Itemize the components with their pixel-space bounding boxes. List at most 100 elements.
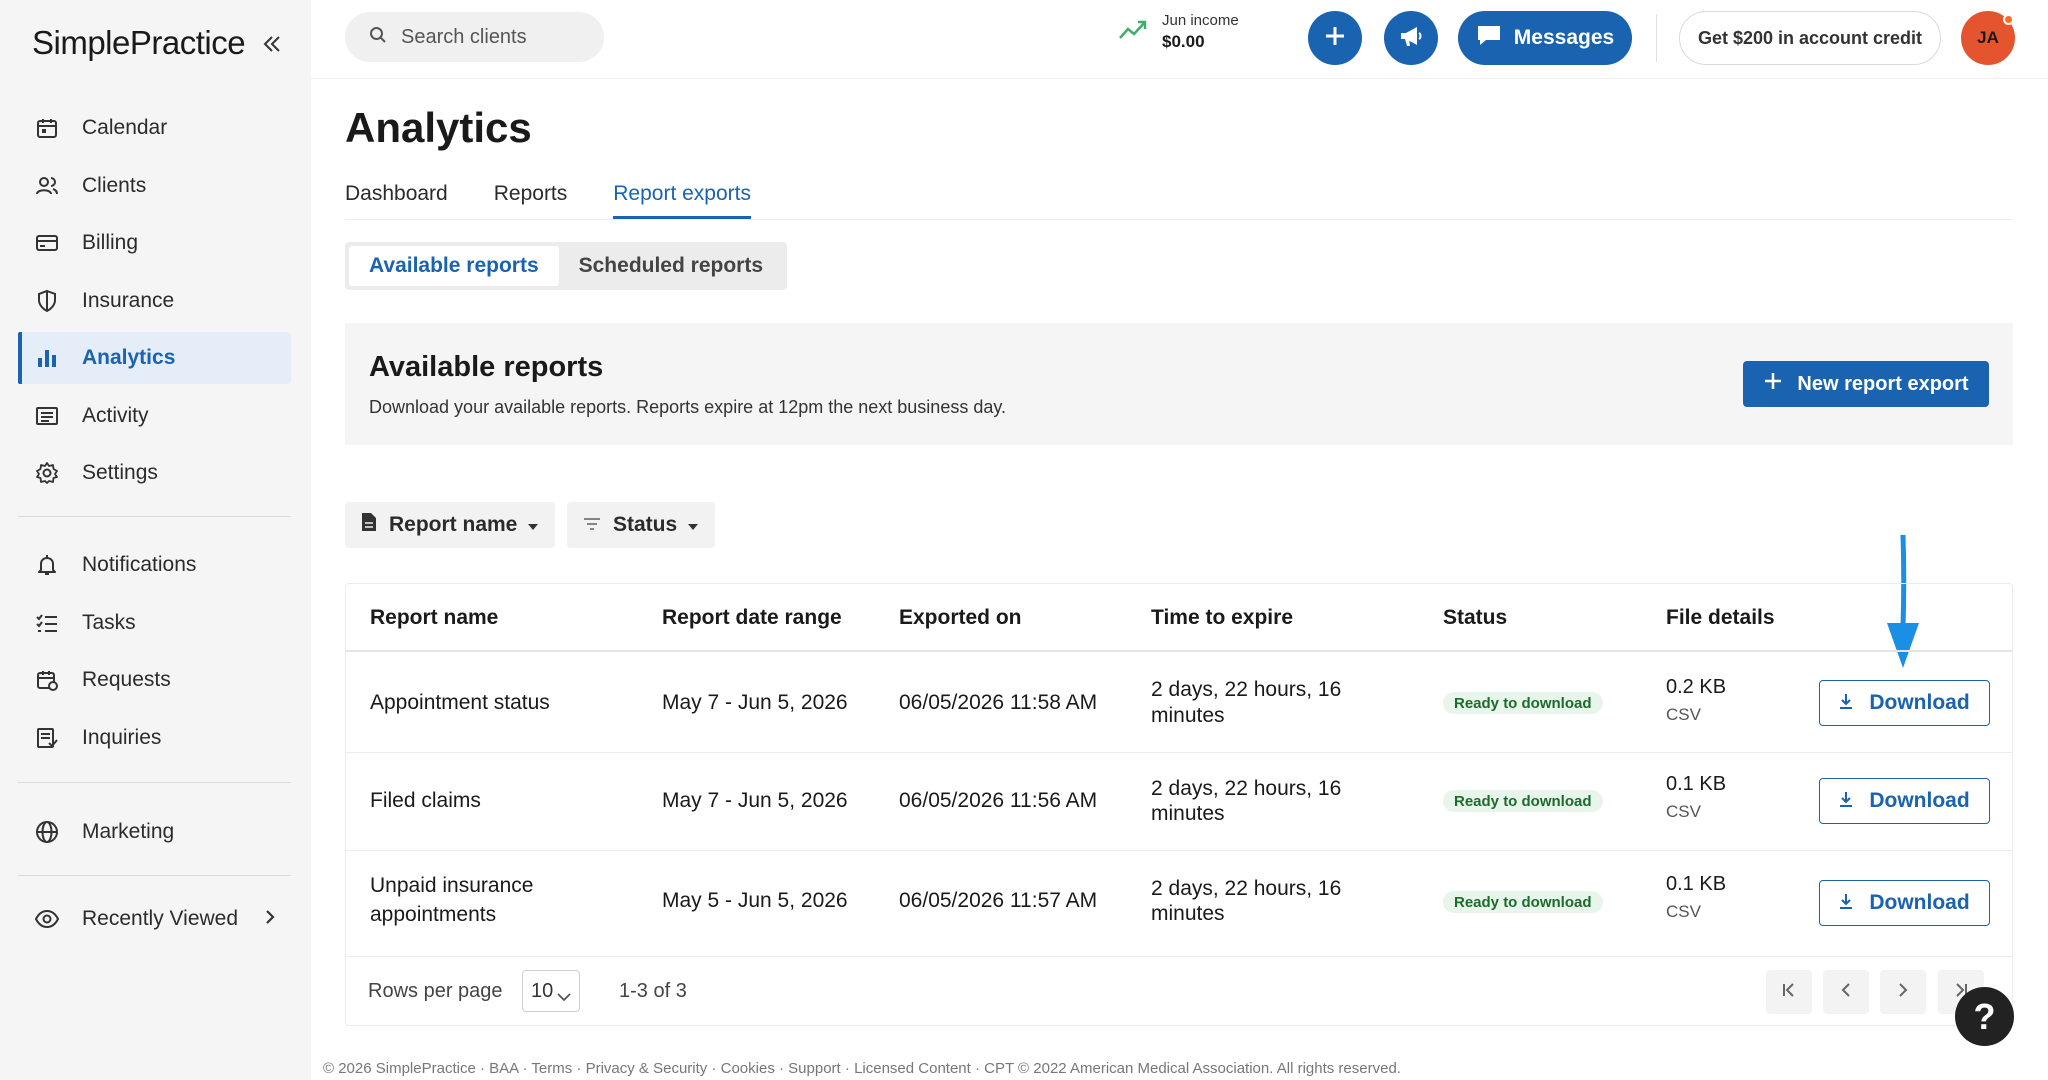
add-button[interactable]	[1308, 11, 1362, 65]
sidebar-item-tasks[interactable]: Tasks	[18, 597, 291, 649]
page-title: Analytics	[345, 104, 532, 151]
sidebar-item-recently-viewed[interactable]: Recently Viewed	[18, 893, 291, 945]
reports-table: Report name Report date range Exported o…	[345, 583, 2013, 1026]
download-icon	[1839, 789, 1869, 813]
download-button[interactable]: Download	[1819, 880, 1990, 926]
segment-scheduled-reports[interactable]: Scheduled reports	[559, 246, 783, 286]
chat-icon	[1476, 23, 1502, 53]
report-name: Appointment status	[370, 691, 550, 714]
status-filter[interactable]: Status	[567, 502, 716, 548]
tab-reports[interactable]: Reports	[494, 182, 568, 219]
time-to-expire: 2 days, 22 hours, 16	[1151, 777, 1342, 800]
report-date-range: May 7 - Jun 5, 2026	[662, 691, 848, 714]
new-export-label: New report export	[1797, 372, 1969, 395]
column-header: Time to expire	[1151, 606, 1293, 629]
time-to-expire: minutes	[1151, 802, 1225, 825]
sidebar-item-analytics[interactable]: Analytics	[18, 332, 291, 384]
first-page-button[interactable]	[1766, 970, 1812, 1014]
tabs-divider	[345, 219, 2013, 220]
time-to-expire: minutes	[1151, 704, 1225, 727]
report-date-range: May 7 - Jun 5, 2026	[662, 789, 848, 812]
collapse-sidebar-button[interactable]	[258, 30, 286, 58]
app-logo[interactable]: SimplePractice	[32, 24, 246, 62]
income-widget[interactable]: Jun income $0.00	[1118, 12, 1239, 52]
download-label: Download	[1869, 891, 1970, 914]
sidebar-item-label: Analytics	[82, 346, 176, 369]
sidebar-item-label: Recently Viewed	[82, 907, 239, 930]
footer-link-cookies[interactable]: Cookies	[721, 1060, 775, 1077]
sidebar-item-settings[interactable]: Settings	[18, 447, 291, 499]
report-name-filter[interactable]: Report name	[345, 502, 556, 548]
file-type: CSV	[1666, 902, 1701, 921]
filter-label: Report name	[389, 513, 518, 536]
document-icon	[361, 512, 389, 538]
sidebar-item-insurance[interactable]: Insurance	[18, 275, 291, 327]
copyright-text: © 2026 SimplePractice	[323, 1060, 476, 1077]
sidebar-item-label: Notifications	[82, 553, 197, 576]
download-label: Download	[1869, 691, 1970, 714]
chevron-down-icon	[557, 985, 571, 1008]
sidebar-item-label: Billing	[82, 231, 139, 254]
plus-icon	[1323, 24, 1347, 53]
report-name: Unpaid insurance	[370, 874, 534, 897]
download-icon	[1839, 891, 1869, 915]
sidebar-divider	[18, 782, 291, 783]
sidebar-item-clients[interactable]: Clients	[18, 160, 291, 212]
footer-link-terms[interactable]: Terms	[531, 1060, 572, 1077]
time-to-expire: 2 days, 22 hours, 16	[1151, 678, 1342, 701]
exported-on: 06/05/2026 11:56 AM	[899, 789, 1098, 812]
next-page-button[interactable]	[1880, 970, 1926, 1014]
sidebar-item-calendar[interactable]: Calendar	[18, 102, 291, 154]
available-reports-banner: Available reports Download your availabl…	[345, 323, 2013, 445]
tab-dashboard[interactable]: Dashboard	[345, 182, 448, 219]
sidebar-item-requests[interactable]: Requests	[18, 654, 291, 706]
footer-link-licensed-content[interactable]: Licensed Content	[854, 1060, 971, 1077]
sidebar-divider	[18, 516, 291, 517]
tab-report-exports[interactable]: Report exports	[613, 182, 751, 219]
download-button[interactable]: Download	[1819, 778, 1990, 824]
plus-icon	[1763, 371, 1797, 397]
sidebar-item-inquiries[interactable]: Inquiries	[18, 712, 291, 764]
new-report-export-button[interactable]: New report export	[1743, 361, 1989, 407]
previous-page-button[interactable]	[1823, 970, 1869, 1014]
trend-icon	[1118, 19, 1148, 46]
recently-viewed-icon	[32, 904, 62, 934]
income-label: Jun income	[1162, 12, 1239, 29]
search-input[interactable]	[401, 25, 581, 49]
rows-per-page-value: 10	[531, 979, 554, 1002]
footer-link-privacy[interactable]: Privacy & Security	[586, 1060, 708, 1077]
announcements-button[interactable]	[1384, 11, 1438, 65]
notification-dot	[2003, 14, 2014, 25]
file-size: 0.2 KB	[1666, 676, 1727, 698]
segment-available-reports[interactable]: Available reports	[349, 246, 559, 286]
banner-description: Download your available reports. Reports…	[369, 397, 1007, 417]
search-bar[interactable]	[345, 12, 604, 62]
exported-on: 06/05/2026 11:57 AM	[899, 889, 1098, 912]
tasks-icon	[32, 608, 62, 638]
sidebar-item-notifications[interactable]: Notifications	[18, 539, 291, 591]
first-page-icon	[1780, 981, 1798, 1004]
rows-per-page-select[interactable]: 10	[522, 970, 580, 1012]
settings-icon	[32, 458, 62, 488]
account-credit-button[interactable]: Get $200 in account credit	[1679, 11, 1941, 65]
footer-link-baa[interactable]: BAA	[489, 1060, 518, 1077]
sidebar: SimplePractice Calendar Clients Billing …	[0, 0, 311, 1080]
sidebar-item-activity[interactable]: Activity	[18, 390, 291, 442]
billing-icon	[32, 228, 62, 258]
chevron-left-icon	[1837, 981, 1855, 1004]
sidebar-item-billing[interactable]: Billing	[18, 217, 291, 269]
chevron-right-icon	[1894, 981, 1912, 1004]
help-button[interactable]: ?	[1955, 987, 2014, 1046]
insurance-icon	[32, 286, 62, 316]
filter-icon	[583, 513, 613, 537]
download-button[interactable]: Download	[1819, 680, 1990, 726]
sidebar-item-marketing[interactable]: Marketing	[18, 806, 291, 858]
report-segment-control: Available reports Scheduled reports	[345, 242, 788, 290]
messages-button[interactable]: Messages	[1458, 11, 1632, 65]
income-value: $0.00	[1162, 32, 1205, 51]
table-row: Unpaid insurance appointments May 5 - Ju…	[346, 851, 2012, 957]
pagination-range: 1-3 of 3	[619, 980, 687, 1002]
report-name: Filed claims	[370, 789, 481, 812]
file-size: 0.1 KB	[1666, 773, 1727, 795]
footer-link-support[interactable]: Support	[788, 1060, 841, 1077]
